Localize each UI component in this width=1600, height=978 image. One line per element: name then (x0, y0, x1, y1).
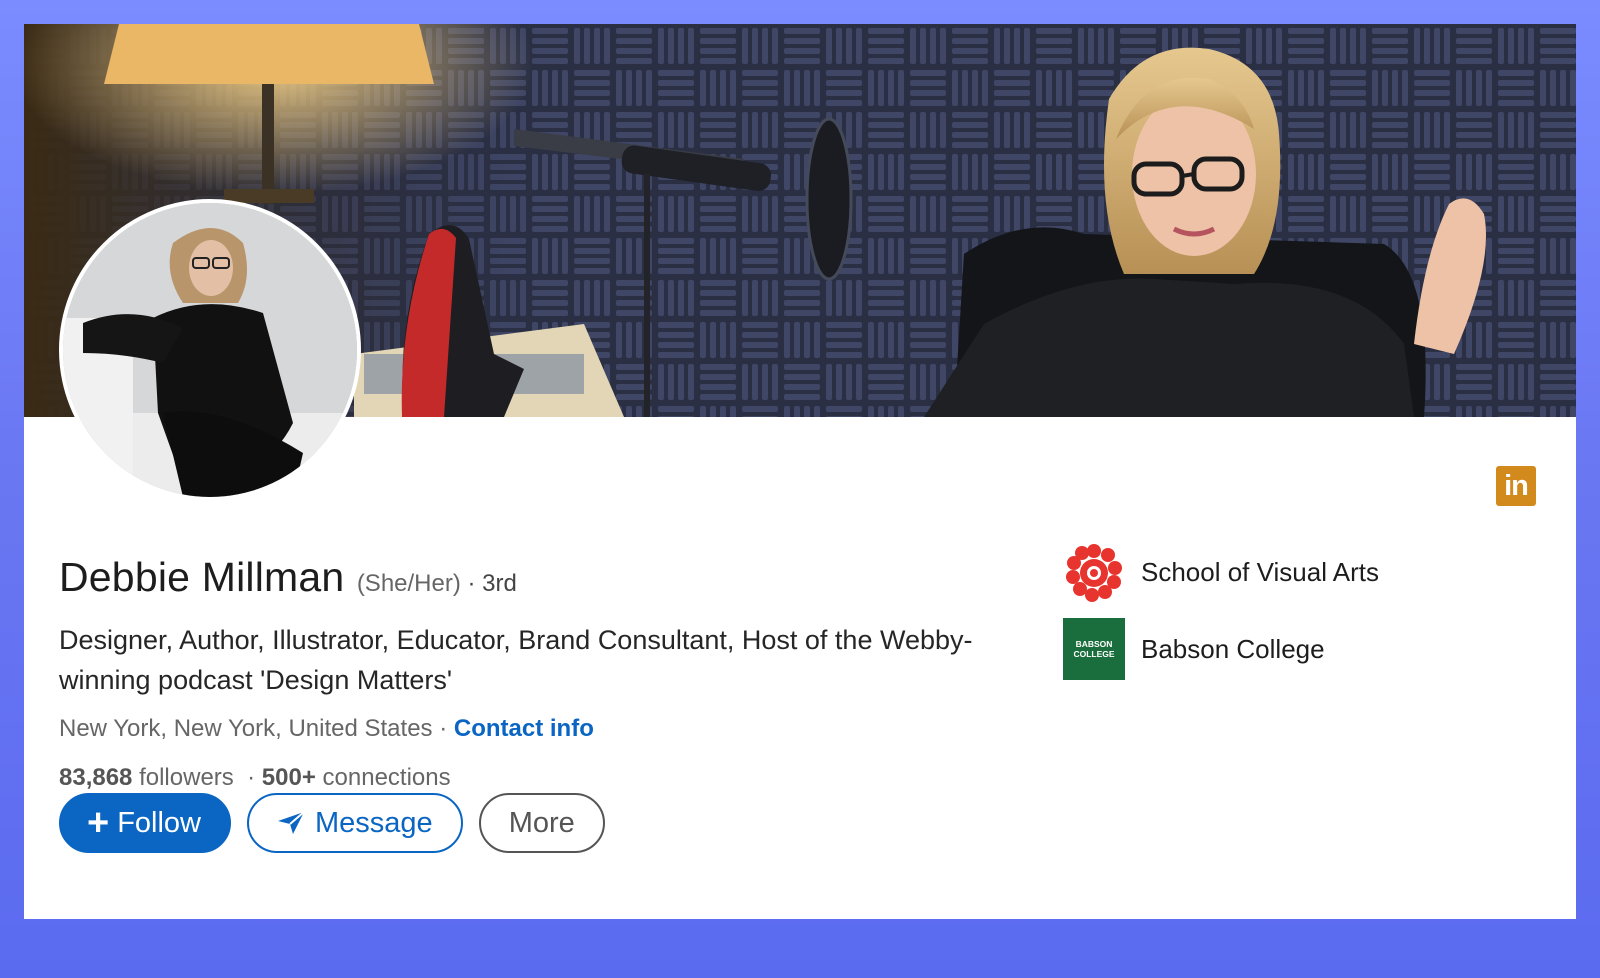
linkedin-icon[interactable]: in (1496, 466, 1536, 506)
degree-separator: · (460, 570, 483, 597)
contact-info-link[interactable]: Contact info (454, 715, 594, 742)
education-item-sva[interactable]: School of Visual Arts (1063, 541, 1379, 603)
followers-link[interactable]: 83,868 followers (59, 764, 234, 791)
follow-label: Follow (117, 806, 202, 839)
message-label: Message (315, 806, 433, 839)
connections-link[interactable]: 500+ connections (262, 764, 451, 791)
profile-actions: + Follow Message More (59, 793, 605, 853)
sva-flower-logo (1063, 541, 1125, 603)
name-row: Debbie Millman (She/Her) · 3rd (59, 554, 517, 601)
education-item-babson[interactable]: BABSON COLLEGE Babson College (1063, 618, 1379, 680)
stats-separator: · (247, 764, 256, 791)
connections-label: connections (322, 764, 451, 791)
profile-name: Debbie Millman (59, 554, 345, 600)
babson-logo-line2: COLLEGE (1073, 649, 1115, 659)
plus-icon: + (87, 802, 110, 844)
babson-logo: BABSON COLLEGE (1063, 618, 1125, 680)
education-list: School of Visual Arts BABSON COLLEGE Bab… (1063, 541, 1379, 695)
location-row: New York, New York, United States · Cont… (59, 715, 594, 743)
more-label: More (508, 806, 575, 839)
profile-card: in Debbie Millman (She/Her) · 3rd Design… (24, 24, 1576, 919)
location-separator: · (432, 715, 454, 742)
followers-count: 83,868 (59, 764, 133, 791)
followers-label: followers (139, 764, 234, 791)
education-name: Babson College (1141, 633, 1325, 664)
more-button[interactable]: More (478, 793, 605, 853)
send-paper-plane-icon (278, 811, 305, 834)
connections-count: 500+ (261, 764, 316, 791)
follow-button[interactable]: + Follow (59, 793, 232, 853)
connection-degree: 3rd (482, 570, 517, 597)
profile-photo[interactable] (59, 199, 361, 501)
pronouns: (She/Her) (356, 570, 461, 597)
location-text: New York, New York, United States (59, 715, 433, 742)
stats-row: 83,868 followers · 500+ connections (59, 764, 451, 792)
message-button[interactable]: Message (247, 793, 463, 853)
babson-logo-line1: BABSON (1075, 639, 1113, 649)
profile-headline: Designer, Author, Illustrator, Educator,… (59, 625, 973, 695)
education-name: School of Visual Arts (1141, 556, 1379, 587)
